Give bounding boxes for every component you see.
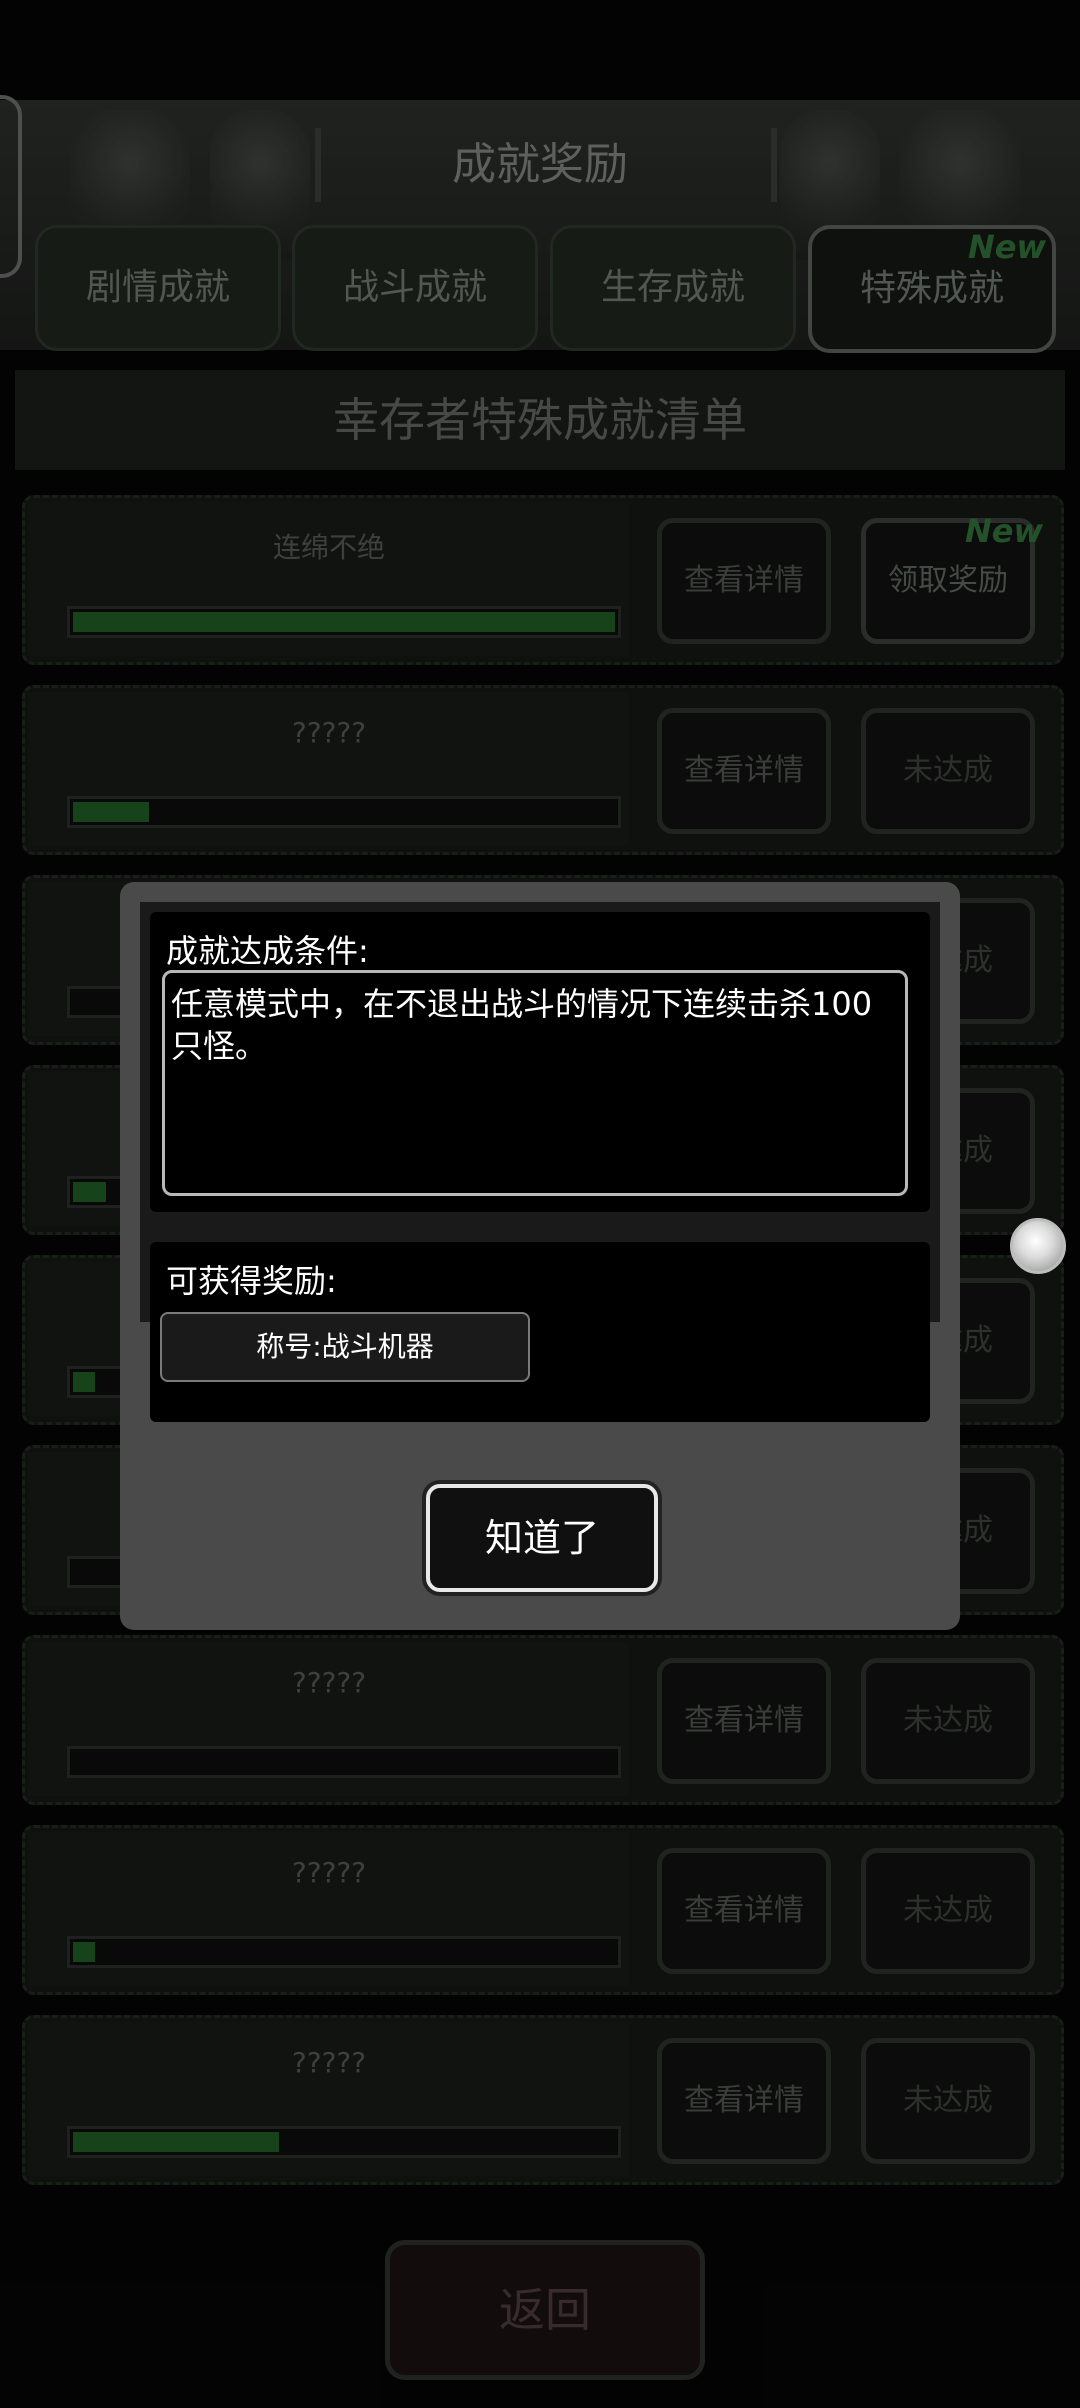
condition-label: 成就达成条件: — [166, 932, 369, 970]
reward-item: 称号:战斗机器 — [160, 1312, 530, 1382]
confirm-button[interactable]: 知道了 — [426, 1484, 658, 1592]
condition-panel: 成就达成条件: 任意模式中，在不退出战斗的情况下连续击杀100只怪。 — [150, 912, 930, 1212]
achievement-detail-dialog: 成就达成条件: 任意模式中，在不退出战斗的情况下连续击杀100只怪。 可获得奖励… — [120, 882, 960, 1630]
reward-label: 可获得奖励: — [166, 1262, 337, 1300]
floating-assistive-button[interactable] — [1010, 1218, 1066, 1274]
reward-panel: 可获得奖励: 称号:战斗机器 — [150, 1242, 930, 1422]
condition-text: 任意模式中，在不退出战斗的情况下连续击杀100只怪。 — [162, 970, 908, 1196]
